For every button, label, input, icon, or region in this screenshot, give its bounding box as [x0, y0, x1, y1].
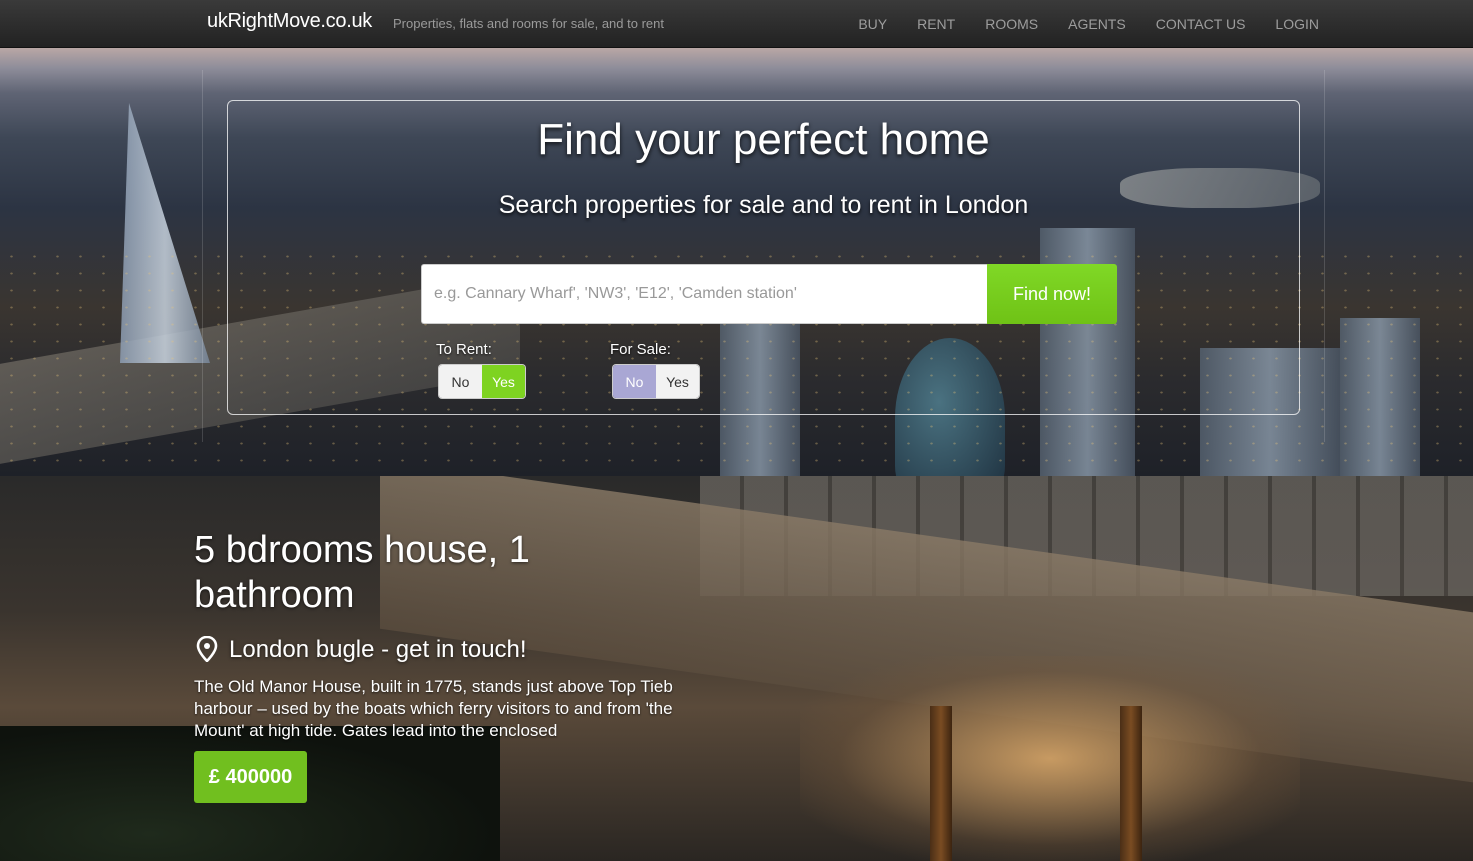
hero-title: Find your perfect home [537, 115, 990, 164]
hero-section: Find your perfect home Search properties… [0, 48, 1473, 476]
site-tagline: Properties, flats and rooms for sale, an… [393, 16, 664, 31]
listing-background-pillar [1120, 706, 1142, 861]
brand-link[interactable]: ukRightMove.co.uk [207, 10, 372, 33]
for-sale-label: For Sale: [610, 341, 671, 358]
listing-description: The Old Manor House, built in 1775, stan… [194, 677, 673, 740]
listing-title: 5 bdrooms house, 1 bathroom [194, 529, 530, 616]
search-input[interactable] [421, 264, 988, 324]
nav-link-agents[interactable]: AGENTS [1068, 16, 1126, 32]
for-sale-toggle: No Yes [613, 365, 699, 398]
search-panel: Find your perfect home Search properties… [227, 100, 1300, 415]
find-now-button[interactable]: Find now! [987, 264, 1117, 324]
nav-link-buy[interactable]: BUY [858, 16, 887, 32]
nav-link-rooms[interactable]: ROOMS [985, 16, 1038, 32]
nav-link-contact-us[interactable]: CONTACT US [1156, 16, 1246, 32]
to-rent-toggle: No Yes [439, 365, 525, 398]
listing-location: London bugle - get in touch! [229, 636, 527, 663]
navbar: ukRightMove.co.uk Properties, flats and … [0, 0, 1473, 48]
map-pin-icon [196, 636, 218, 662]
price-button[interactable]: £ 400000 [194, 751, 307, 803]
featured-listing: 5 bdrooms house, 1 bathroom London bugle… [0, 476, 1473, 861]
for-sale-yes-button[interactable]: Yes [656, 365, 699, 398]
hero-subtitle: Search properties for sale and to rent i… [498, 191, 1029, 219]
nav-links: BUY RENT ROOMS AGENTS CONTACT US LOGIN [858, 0, 1319, 48]
for-sale-no-button[interactable]: No [613, 365, 656, 398]
listing-background-interior-glow [800, 656, 1300, 861]
nav-link-login[interactable]: LOGIN [1275, 16, 1319, 32]
to-rent-label: To Rent: [436, 341, 492, 358]
to-rent-no-button[interactable]: No [439, 365, 482, 398]
nav-link-rent[interactable]: RENT [917, 16, 955, 32]
to-rent-yes-button[interactable]: Yes [482, 365, 525, 398]
listing-background-pillar [930, 706, 952, 861]
